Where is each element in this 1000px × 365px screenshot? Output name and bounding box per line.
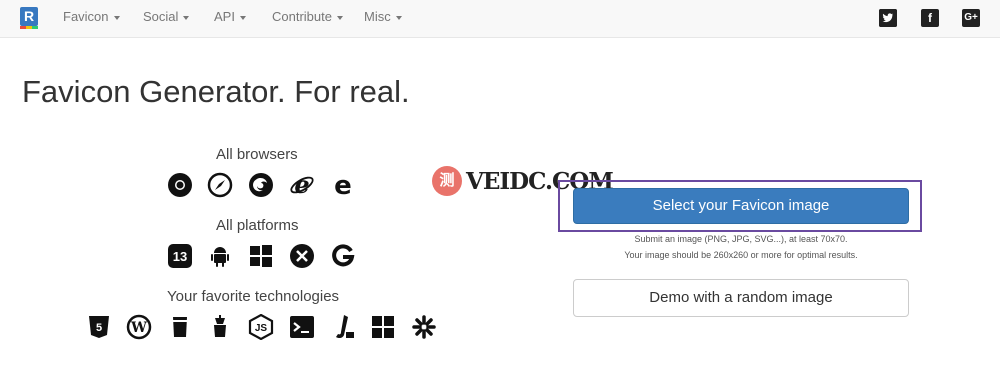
macos-icon — [289, 243, 315, 269]
page-title: Favicon Generator. For real. — [22, 74, 410, 109]
nav-favicon-label: Favicon — [63, 9, 109, 24]
chevron-down-icon — [113, 15, 120, 20]
nav-contribute-menu[interactable]: Contribute — [272, 9, 343, 24]
ie-icon: e — [289, 172, 315, 198]
technologies-label: Your favorite technologies — [167, 288, 340, 305]
android-icon — [207, 243, 233, 269]
nodejs-icon: JS — [248, 314, 274, 340]
upload-hint-line-2: Your image should be 260x260 or more for… — [624, 250, 858, 260]
safari-icon — [207, 172, 233, 198]
google-icon — [330, 243, 356, 269]
watermark-badge: 测 — [432, 166, 462, 196]
platforms-label: All platforms — [216, 217, 299, 234]
chevron-down-icon — [183, 15, 190, 20]
svg-text:JS: JS — [255, 323, 268, 334]
grunt-icon — [207, 314, 233, 340]
edge-icon: e — [330, 172, 356, 198]
windows-store-icon — [370, 314, 396, 340]
nav-favicon-menu[interactable]: Favicon — [63, 9, 120, 24]
google-plus-icon[interactable]: G+ — [962, 9, 980, 27]
windows-icon — [248, 243, 274, 269]
nav-social-menu[interactable]: Social — [143, 9, 190, 24]
brand-logo[interactable]: R — [20, 7, 38, 29]
chrome-icon — [167, 172, 193, 198]
nav-misc-menu[interactable]: Misc — [364, 9, 402, 24]
facebook-icon[interactable]: f — [921, 9, 939, 27]
svg-text:e: e — [334, 172, 352, 198]
svg-text:e: e — [294, 172, 309, 198]
cli-icon — [289, 314, 315, 340]
svg-text:5: 5 — [96, 322, 102, 334]
nav-api-label: API — [214, 9, 235, 24]
chevron-down-icon — [239, 15, 246, 20]
svg-text:W: W — [130, 320, 147, 336]
select-favicon-image-button[interactable]: Select your Favicon image — [573, 188, 909, 224]
gulp-icon — [167, 314, 193, 340]
upload-hint-line-1: Submit an image (PNG, JPG, SVG...), at l… — [634, 234, 848, 244]
browsers-label: All browsers — [216, 146, 298, 163]
twitter-icon[interactable] — [879, 9, 897, 27]
ios-icon: 13 — [167, 243, 193, 269]
html5-icon: 5 — [86, 314, 112, 340]
nav-misc-label: Misc — [364, 9, 391, 24]
chevron-down-icon — [395, 15, 402, 20]
chevron-down-icon — [336, 15, 343, 20]
nav-social-label: Social — [143, 9, 179, 24]
svg-text:13: 13 — [173, 249, 187, 264]
nav-contribute-label: Contribute — [272, 9, 332, 24]
firefox-icon — [248, 172, 274, 198]
top-navbar: R Favicon Social API Contribute Misc f G… — [0, 0, 1000, 38]
wordpress-icon: W — [126, 314, 152, 340]
joomla-icon — [411, 314, 437, 340]
jekyll-icon — [330, 314, 356, 340]
demo-random-image-button[interactable]: Demo with a random image — [573, 279, 909, 317]
nav-api-menu[interactable]: API — [214, 9, 246, 24]
